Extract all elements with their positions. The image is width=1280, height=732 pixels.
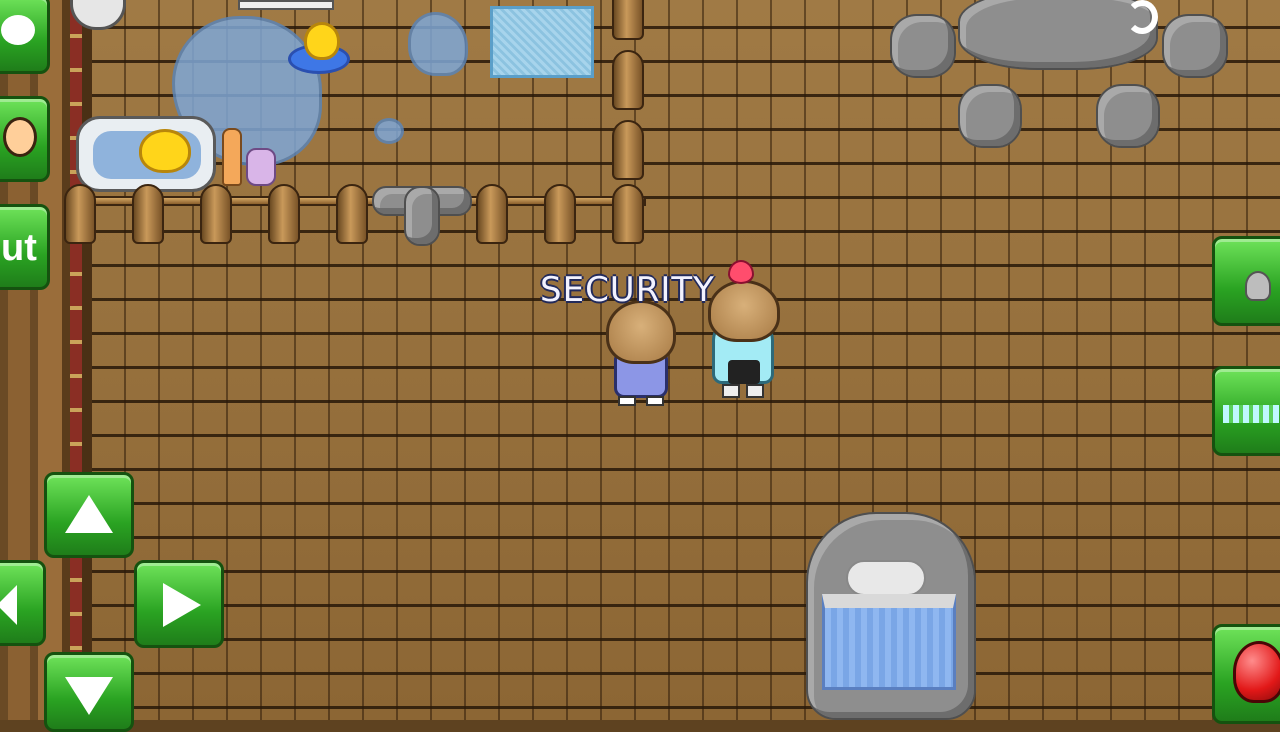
item-slot-button[interactable] bbox=[1212, 236, 1280, 326]
fence-post bbox=[268, 184, 300, 244]
item-slot-button-2[interactable] bbox=[1212, 366, 1280, 456]
side-menu-button[interactable]: ut bbox=[0, 204, 50, 290]
bath-mat bbox=[490, 6, 594, 78]
shelf bbox=[238, 0, 334, 10]
arrow-left-icon bbox=[0, 585, 17, 625]
arrow-right-icon bbox=[163, 583, 201, 627]
fence-post bbox=[200, 184, 232, 244]
player-name-label: SECURITY bbox=[540, 270, 715, 310]
soap-bottle-icon bbox=[246, 148, 276, 186]
fence-post bbox=[612, 0, 644, 40]
water-pool bbox=[822, 594, 956, 690]
arrow-down-icon bbox=[65, 677, 113, 715]
chat-button[interactable] bbox=[0, 0, 50, 74]
punch-button[interactable] bbox=[1212, 624, 1280, 724]
duck-icon bbox=[304, 22, 340, 60]
skull-icon bbox=[1245, 271, 1271, 301]
fence-post bbox=[132, 184, 164, 244]
arrow-up-icon bbox=[65, 495, 113, 533]
fence-post bbox=[612, 50, 644, 110]
move-down-button[interactable] bbox=[44, 652, 134, 732]
pancake-hat-icon bbox=[708, 280, 780, 342]
move-left-button[interactable] bbox=[0, 560, 46, 646]
fence-post bbox=[476, 184, 508, 244]
other-player-character[interactable] bbox=[708, 280, 780, 402]
move-up-button[interactable] bbox=[44, 472, 134, 558]
bath-duck-icon bbox=[139, 129, 191, 173]
rock bbox=[958, 84, 1022, 148]
water-drop bbox=[374, 118, 404, 144]
rock bbox=[1096, 84, 1160, 148]
move-right-button[interactable] bbox=[134, 560, 224, 648]
boxing-glove-icon bbox=[1233, 641, 1280, 703]
steam bbox=[846, 560, 926, 596]
rock bbox=[890, 14, 956, 78]
fence-post bbox=[336, 184, 368, 244]
rock bbox=[1162, 14, 1228, 78]
fence-post bbox=[544, 184, 576, 244]
emote-button[interactable] bbox=[0, 96, 50, 182]
fence-post bbox=[612, 184, 644, 244]
fence-post bbox=[64, 184, 96, 244]
rain-cloud-core bbox=[404, 186, 440, 246]
bottle-icon bbox=[222, 128, 242, 186]
splash-icon bbox=[1223, 405, 1279, 423]
player-character[interactable] bbox=[606, 300, 676, 408]
bathtub bbox=[76, 116, 216, 192]
side-menu-button-label: ut bbox=[1, 227, 37, 269]
fence-post bbox=[612, 120, 644, 180]
moon-icon bbox=[1126, 0, 1158, 34]
chat-bubble-icon bbox=[1, 15, 35, 45]
smiley-face-icon bbox=[3, 117, 37, 157]
heart-icon bbox=[724, 256, 758, 286]
